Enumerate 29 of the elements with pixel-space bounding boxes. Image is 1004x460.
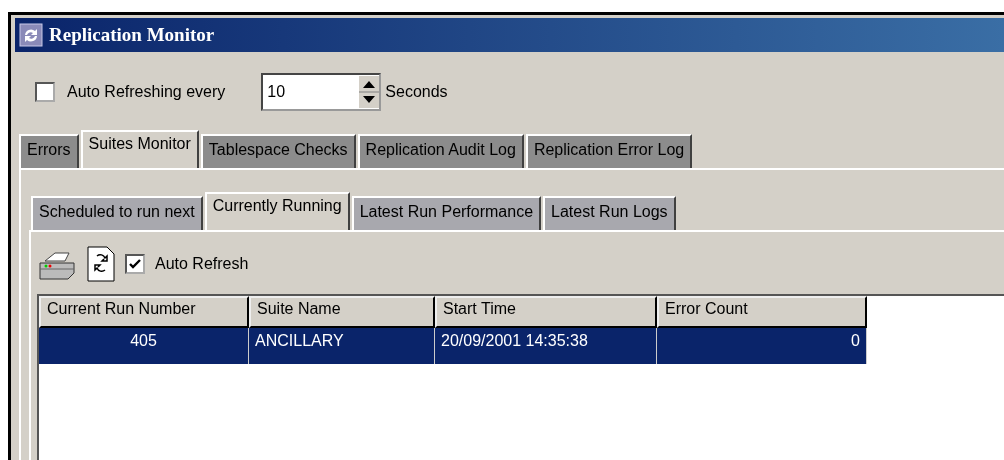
table-cell: ANCILLARY <box>249 328 435 364</box>
column-header[interactable]: Error Count <box>657 296 867 328</box>
check-icon <box>128 257 142 271</box>
spin-arrows-icon[interactable] <box>359 76 380 108</box>
seconds-spin-field[interactable]: 10 <box>261 73 382 111</box>
table-cell: 20/09/2001 14:35:38 <box>435 328 657 364</box>
tab[interactable]: Suites Monitor <box>80 130 199 168</box>
column-header[interactable]: Suite Name <box>249 296 435 328</box>
auto-refresh-checkbox[interactable] <box>125 254 145 274</box>
tab[interactable]: Latest Run Logs <box>543 196 676 230</box>
seconds-label: Seconds <box>385 83 448 101</box>
refresh-page-icon[interactable] <box>87 246 115 282</box>
tab[interactable]: Errors <box>19 134 79 168</box>
tab[interactable]: Tablespace Checks <box>200 134 356 168</box>
tab[interactable]: Replication Audit Log <box>357 134 524 168</box>
column-header[interactable]: Current Run Number <box>39 296 249 328</box>
auto-refresh-label: Auto Refresh <box>155 255 249 273</box>
tab[interactable]: Currently Running <box>204 192 350 230</box>
tab[interactable]: Scheduled to run next <box>31 196 203 230</box>
auto-refresh-label: Auto Refreshing every <box>67 83 226 101</box>
auto-refresh-checkbox[interactable] <box>35 82 55 102</box>
tab[interactable]: Replication Error Log <box>525 134 693 168</box>
window-title: Replication Monitor <box>49 24 215 46</box>
column-header[interactable]: Start Time <box>435 296 657 328</box>
table-cell: 0 <box>657 328 867 364</box>
tab[interactable]: Latest Run Performance <box>351 196 542 230</box>
table-row[interactable]: 405 ANCILLARY 20/09/2001 14:35:38 0 <box>39 328 1004 364</box>
table-cell: 405 <box>39 328 249 364</box>
refresh-arrows-icon <box>19 23 43 47</box>
